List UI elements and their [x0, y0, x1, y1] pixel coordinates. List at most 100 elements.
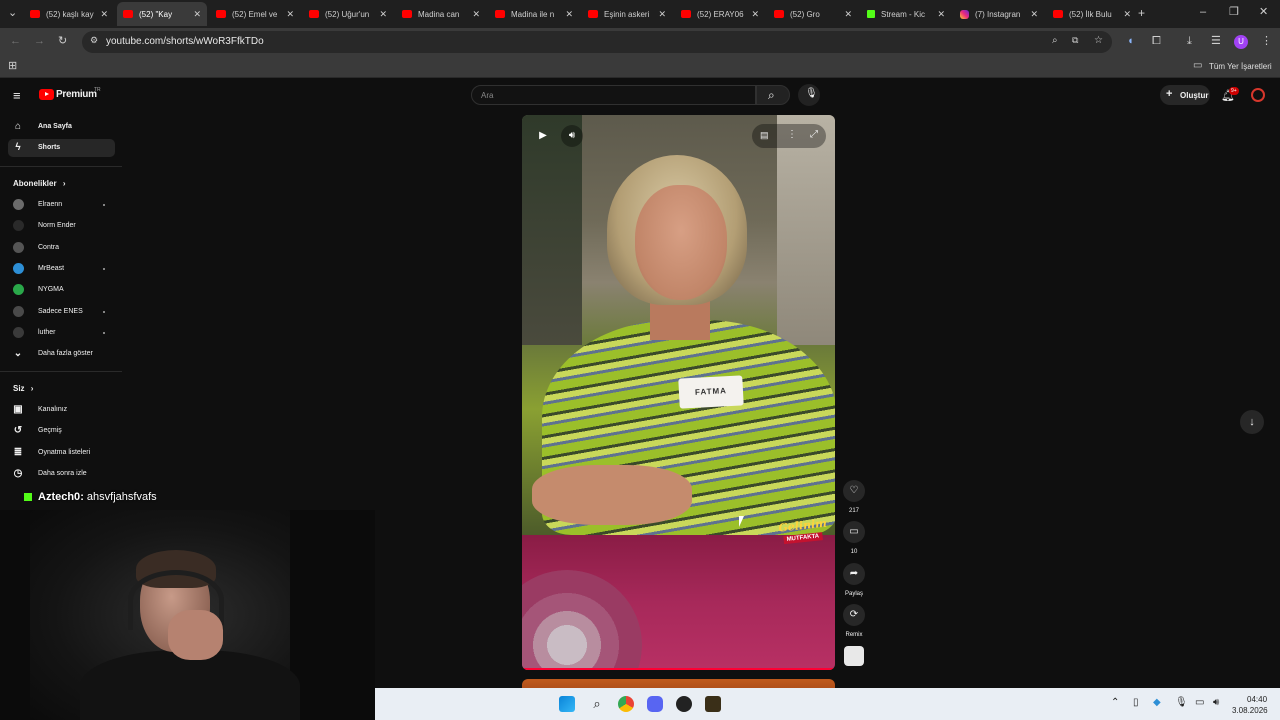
media-control-icon[interactable]: ☰ [1211, 36, 1221, 47]
browser-tab[interactable]: Madina can ✕ [396, 2, 486, 26]
sidebar-item-history[interactable]: ↺ Geçmiş [8, 422, 115, 440]
video-progress-bar[interactable] [522, 668, 835, 670]
subscriptions-heading[interactable]: Abonelikler › [13, 179, 65, 188]
tab-title: (52) kaşlı kay [46, 9, 94, 19]
sidebar-item-watch-later[interactable]: ◷ Daha sonra izle [8, 465, 115, 483]
you-heading[interactable]: Siz › [13, 384, 33, 393]
profile-avatar[interactable]: U [1234, 35, 1248, 49]
back-icon[interactable]: ← [10, 36, 21, 47]
channel-avatar [13, 241, 24, 253]
app-icon[interactable] [676, 696, 692, 712]
sound-thumbnail[interactable] [844, 646, 864, 666]
extension-icon[interactable]: ◖ [1127, 36, 1134, 47]
sidebar-subscription-item[interactable]: luther [8, 324, 115, 342]
mic-tray-icon[interactable]: 🎙︎ [1175, 698, 1188, 708]
close-tab-icon[interactable]: ✕ [472, 9, 480, 20]
browser-tab[interactable]: Madina ile n ✕ [489, 2, 579, 26]
network-icon[interactable]: ▭ [1195, 698, 1204, 708]
discord-icon[interactable] [647, 696, 663, 712]
windows-start-icon[interactable] [559, 696, 575, 712]
sidebar-item-your-channel[interactable]: ▣ Kanalınız [8, 401, 115, 419]
app-tray-icon[interactable]: ◆ [1153, 698, 1161, 708]
sidebar-subscription-item[interactable]: Norm Ender [8, 217, 115, 235]
search-input[interactable]: Ara [471, 85, 756, 105]
captions-icon[interactable]: ▤ [760, 130, 769, 141]
close-tab-icon[interactable]: ✕ [379, 9, 387, 20]
apps-grid-icon[interactable]: ⊞ [8, 61, 17, 72]
close-window-icon[interactable]: ✕ [1259, 7, 1268, 18]
sidebar-subscription-item[interactable]: Contra [8, 239, 115, 257]
browser-tab[interactable]: Stream - Kic ✕ [861, 2, 951, 26]
account-avatar[interactable] [1251, 88, 1265, 102]
new-tab-button[interactable]: + [1138, 7, 1145, 19]
usb-icon[interactable]: ▯ [1133, 698, 1139, 708]
comment-button[interactable]: ▭ [843, 521, 865, 543]
create-button[interactable]: + Oluştur [1160, 85, 1210, 105]
close-tab-icon[interactable]: ✕ [751, 9, 759, 20]
heart-icon: ♡ [849, 485, 859, 496]
fullscreen-icon[interactable]: ⤢ [810, 129, 818, 140]
minimize-icon[interactable]: – [1200, 7, 1206, 18]
close-tab-icon[interactable]: ✕ [193, 9, 201, 20]
download-icon[interactable]: ⤓ [1187, 36, 1192, 47]
clock-time[interactable]: 04:40 [1247, 695, 1267, 704]
sidebar-subscription-item[interactable]: Sadece ENES [8, 303, 115, 321]
restore-icon[interactable]: ❐ [1229, 7, 1239, 18]
more-options-icon[interactable]: ⋮ [787, 129, 797, 140]
sidebar-subscription-item[interactable]: MrBeast [8, 260, 115, 278]
close-tab-icon[interactable]: ✕ [1030, 9, 1038, 20]
short-video-player[interactable]: FATMA Gelinim MUTFAKTA ▶ 🔊︎ ▤ ⋮ ⤢ [522, 115, 835, 670]
browser-tab[interactable]: Eşinin askeri ✕ [582, 2, 672, 26]
close-tab-icon[interactable]: ✕ [100, 9, 108, 20]
sidebar-item-home[interactable]: ⌂ Ana Sayfa [8, 118, 115, 136]
zoom-icon[interactable]: ⌕ [1052, 36, 1058, 46]
webcam-overlay [0, 510, 375, 720]
sidebar-show-more[interactable]: ⌄ Daha fazla göster [8, 345, 115, 363]
menu-kebab-icon[interactable]: ⋮ [1261, 36, 1272, 47]
search-button[interactable]: ⌕ [756, 85, 790, 105]
game-icon[interactable] [705, 696, 721, 712]
sidebar-item-shorts[interactable]: ϟ Shorts [8, 139, 115, 157]
instagram-icon [960, 9, 969, 19]
remix-button[interactable]: ⟳ [843, 604, 865, 626]
sidebar-item-playlists[interactable]: ≣ Oynatma listeleri [8, 444, 115, 462]
extensions-puzzle-icon[interactable]: ⧠ [1152, 36, 1161, 47]
volume-icon[interactable]: 🔊︎ [561, 125, 583, 147]
browser-tab[interactable]: (52) Uğur'un ✕ [303, 2, 393, 26]
forward-icon[interactable]: → [34, 36, 45, 47]
browser-tab[interactable]: (7) Instagran ✕ [954, 2, 1044, 26]
browser-tab[interactable]: (52) Gro ✕ [768, 2, 858, 26]
close-tab-icon[interactable]: ✕ [565, 9, 573, 20]
site-info-icon[interactable]: ⚙ [90, 36, 98, 45]
play-button[interactable]: ▶ [532, 125, 554, 147]
install-icon[interactable]: ⧉ [1072, 36, 1078, 45]
reload-icon[interactable]: ↻ [58, 36, 67, 47]
browser-tab[interactable]: (52) ERAY06 ✕ [675, 2, 765, 26]
tab-search-icon[interactable]: ⌄ [8, 8, 17, 19]
close-tab-icon[interactable]: ✕ [1123, 9, 1131, 20]
all-bookmarks-label[interactable]: Tüm Yer İşaretleri [1209, 62, 1272, 71]
hamburger-menu-icon[interactable]: ≡ [13, 89, 21, 102]
tray-expand-icon[interactable]: ⌃ [1111, 698, 1119, 708]
chrome-icon[interactable] [618, 696, 634, 712]
like-button[interactable]: ♡ [843, 480, 865, 502]
close-tab-icon[interactable]: ✕ [286, 9, 294, 20]
voice-search-button[interactable]: 🎙︎ [798, 84, 820, 106]
share-button[interactable]: ➦ [843, 563, 865, 585]
bookmark-star-icon[interactable]: ☆ [1094, 36, 1103, 46]
clock-date[interactable]: 3.08.2026 [1232, 706, 1268, 715]
channel-avatar [13, 284, 24, 296]
close-tab-icon[interactable]: ✕ [658, 9, 666, 20]
browser-tab[interactable]: (52) İlk Bulu ✕ [1047, 2, 1137, 26]
sidebar-subscription-item[interactable]: NYGMA [8, 281, 115, 299]
browser-tab[interactable]: (52) Emel ve ✕ [210, 2, 300, 26]
volume-icon[interactable]: 🔊︎ [1213, 698, 1219, 708]
search-icon[interactable]: ⌕ [589, 696, 605, 712]
browser-tab[interactable]: (52) "Kay ✕ [117, 2, 207, 26]
close-tab-icon[interactable]: ✕ [937, 9, 945, 20]
address-bar[interactable]: ⚙ youtube.com/shorts/wWoR3FfkTDo ⌕ ⧉ ☆ [82, 31, 1112, 53]
browser-tab[interactable]: (52) kaşlı kay ✕ [24, 2, 114, 26]
sidebar-subscription-item[interactable]: Elraenn [8, 196, 115, 214]
close-tab-icon[interactable]: ✕ [844, 9, 852, 20]
next-video-button[interactable]: ↓ [1240, 410, 1264, 434]
